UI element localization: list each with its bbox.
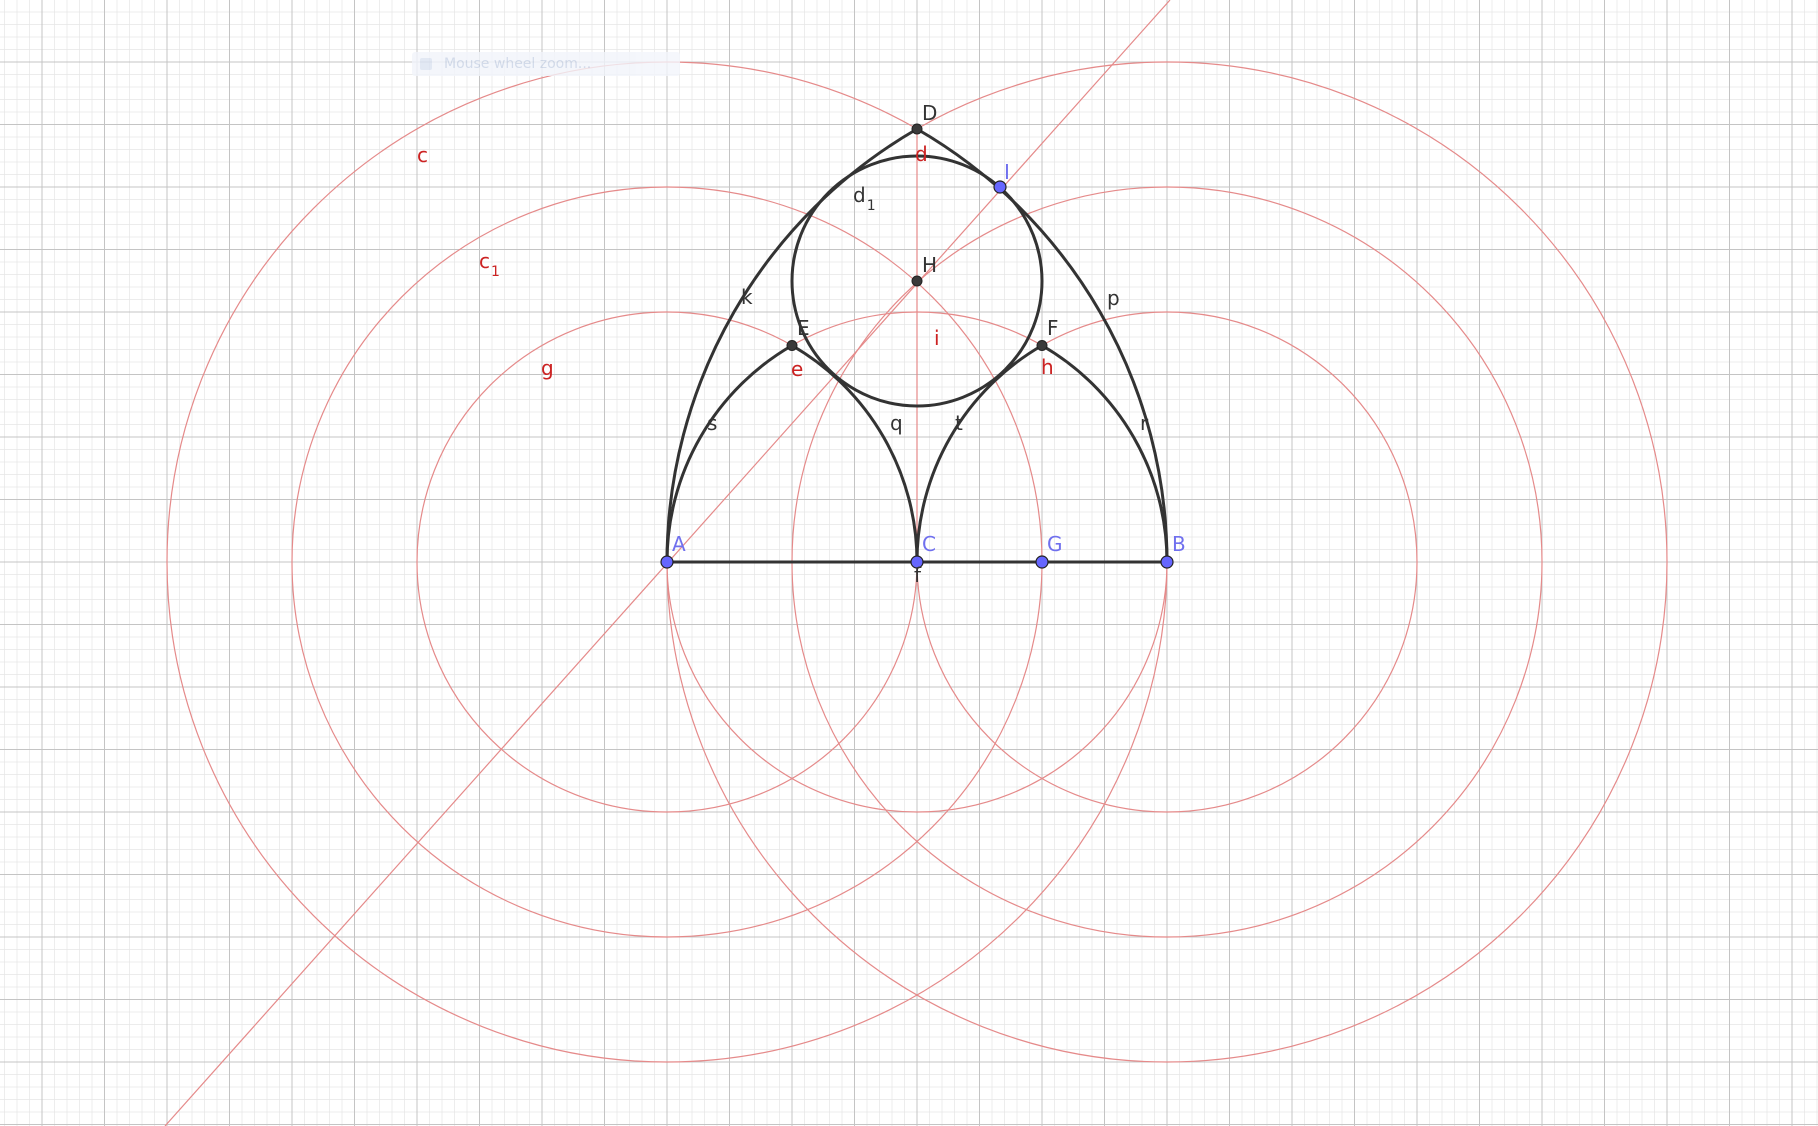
point-F[interactable] [1036,340,1048,351]
label-point-C: C [922,532,936,556]
label-segment-f: f [914,563,922,587]
label-point-A: A [672,532,686,556]
point-H[interactable] [911,275,923,287]
graphics-view[interactable]: c c1 g d e h i k p s q t r f d1 A C G B … [0,0,1818,1126]
labels-layer: c c1 g d e h i k p s q t r f d1 A C G B … [417,101,1186,587]
label-circle-c1: c1 [479,249,500,280]
label-point-D: D [922,101,937,125]
label-arc-r: r [1140,411,1149,435]
label-circle-c: c [417,143,428,167]
point-D[interactable] [911,123,923,135]
label-point-G: G [1047,532,1063,556]
label-arc-p: p [1107,286,1120,310]
label-point-I: I [1004,160,1010,184]
label-arc-k: k [741,285,753,309]
info-icon [420,58,432,70]
label-circle-d: d [915,142,928,166]
label-arc-t: t [955,411,963,435]
zoom-hint-text: Mouse wheel zoom... [444,56,592,72]
point-G[interactable] [1035,555,1049,569]
graphics-view-container[interactable]: c c1 g d e h i k p s q t r f d1 A C G B … [0,0,1818,1126]
label-arc-s: s [707,411,717,435]
label-arc-q: q [890,411,903,435]
point-B[interactable] [1160,555,1174,569]
label-line-i: i [934,326,940,350]
label-point-E: E [797,316,810,340]
point-E[interactable] [786,340,798,351]
label-circle-h: h [1041,355,1054,379]
zoom-hint-toast: Mouse wheel zoom... [412,52,680,76]
label-point-B: B [1172,532,1186,556]
label-circle-d1: d1 [853,183,876,214]
label-point-F: F [1047,316,1059,340]
point-A[interactable] [660,555,674,569]
label-point-H: H [922,253,937,277]
label-circle-e: e [791,357,803,381]
label-circle-g: g [541,356,554,380]
